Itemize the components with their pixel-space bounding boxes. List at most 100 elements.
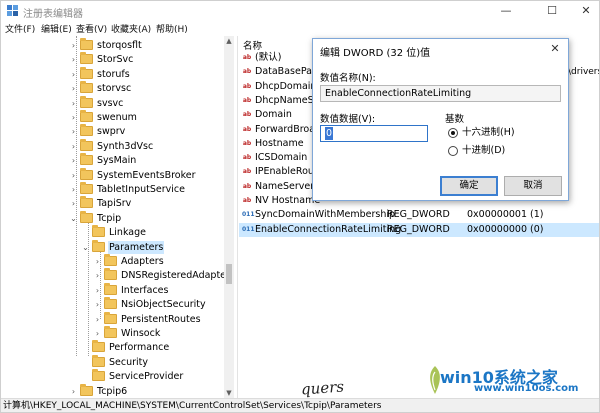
chevron-right-icon[interactable]: › (93, 313, 102, 326)
string-value-icon: ab (242, 96, 252, 104)
value-row[interactable]: 011 SyncDomainWithMembership REG_DWORD 0x00… (239, 208, 599, 222)
radio-dec-label: 十进制(D) (462, 145, 506, 156)
handwritten-signature: quers (300, 377, 345, 399)
value-name-label: 数值名称(N): (320, 73, 376, 84)
menu-edit[interactable]: 编辑(E) (41, 22, 72, 35)
folder-icon (92, 239, 105, 252)
chevron-right-icon[interactable]: › (93, 269, 102, 282)
folder-icon (104, 297, 117, 310)
tree-node-label: NsiObjectSecurity (121, 299, 206, 311)
folder-icon (92, 340, 105, 353)
chevron-right-icon[interactable]: › (69, 39, 78, 52)
status-bar: 计算机\HKEY_LOCAL_MACHINE\SYSTEM\CurrentCon… (1, 398, 599, 412)
chevron-right-icon[interactable]: › (69, 154, 78, 167)
chevron-right-icon[interactable]: › (69, 53, 78, 66)
tree-node-label: ServiceProvider (109, 371, 184, 383)
cancel-button[interactable]: 取消 (504, 176, 562, 196)
value-name: EnableConnectionRateLimiting (255, 223, 402, 235)
folder-icon (104, 311, 117, 324)
scrollbar-thumb[interactable] (226, 264, 232, 284)
string-value-icon: ab (242, 168, 252, 176)
menu-file[interactable]: 文件(F) (5, 22, 35, 35)
scroll-up-arrow-icon[interactable]: ▲ (224, 36, 234, 46)
tree-node-label: Linkage (109, 227, 146, 239)
tree-node-label: DNSRegisteredAdapters (121, 270, 233, 282)
tree-scrollbar[interactable]: ▲ ▼ (224, 36, 234, 398)
tree-node-label: Interfaces (121, 284, 169, 296)
value-name: Hostname (255, 137, 304, 149)
minimize-button[interactable]: — (486, 1, 526, 21)
string-value-icon: ab (242, 68, 252, 76)
scroll-down-arrow-icon[interactable]: ▼ (224, 388, 234, 398)
column-name-header[interactable]: 名称 (243, 38, 262, 52)
value-data-label: 数值数据(V): (320, 114, 376, 125)
tree-node-label: svsvc (97, 97, 124, 109)
string-value-icon: ab (242, 139, 252, 147)
chevron-right-icon[interactable]: › (93, 284, 102, 297)
binary-value-icon: 011 (242, 225, 255, 233)
window-title: 注册表编辑器 (23, 9, 83, 20)
folder-icon (80, 66, 93, 79)
dialog-close-icon[interactable]: ✕ (548, 42, 562, 56)
radio-selected-icon (448, 128, 458, 138)
chevron-right-icon[interactable]: › (93, 255, 102, 268)
tree-node-label: storvsc (97, 83, 132, 95)
value-row[interactable]: 011 EnableConnectionRateLimiting REG_DWORD… (239, 222, 599, 237)
string-value-icon: ab (242, 82, 252, 90)
tree-node-label: Security (109, 356, 149, 368)
ok-button[interactable]: 确定 (440, 176, 498, 196)
folder-icon (92, 369, 105, 382)
chevron-right-icon[interactable]: › (69, 385, 78, 398)
chevron-right-icon[interactable]: › (69, 82, 78, 95)
chevron-right-icon[interactable]: › (93, 298, 102, 311)
radio-unselected-icon (448, 146, 458, 156)
chevron-right-icon[interactable]: › (69, 169, 78, 182)
folder-icon (80, 81, 93, 94)
chevron-down-icon[interactable]: ⌄ (69, 212, 78, 225)
string-value-icon: ab (242, 54, 252, 61)
folder-icon (80, 153, 93, 166)
chevron-right-icon[interactable]: › (69, 140, 78, 153)
value-name: DhcpDomain (255, 80, 317, 92)
chevron-right-icon[interactable]: › (69, 183, 78, 196)
tree-node-label: swprv (97, 126, 126, 138)
chevron-right-icon[interactable]: › (69, 97, 78, 110)
value-data: 0x00000000 (0) (467, 223, 544, 235)
value-name: (默认) (255, 52, 282, 63)
tree-node-label: SysMain (97, 155, 137, 167)
radio-hex-label: 十六进制(H) (462, 127, 515, 138)
tree-node-label: swenum (97, 112, 137, 123)
chevron-right-icon[interactable]: › (69, 197, 78, 210)
chevron-right-icon[interactable]: › (69, 125, 78, 138)
menu-favorites[interactable]: 收藏夹(A) (111, 22, 151, 35)
title-bar: 注册表编辑器 — ☐ ✕ (1, 1, 599, 21)
chevron-right-icon[interactable]: › (69, 68, 78, 81)
folder-icon (92, 225, 105, 238)
folder-icon (104, 268, 117, 281)
chevron-down-icon[interactable]: ⌄ (81, 241, 90, 254)
menu-help[interactable]: 帮助(H) (156, 22, 188, 35)
folder-icon (104, 282, 117, 295)
folder-icon (80, 383, 93, 396)
folder-icon (80, 210, 93, 223)
folder-icon (80, 95, 93, 108)
tree-node-label: storqosflt (97, 40, 142, 51)
value-data-text: 0 (325, 127, 334, 140)
value-name: ICSDomain (255, 152, 308, 164)
string-value-icon: ab (242, 182, 252, 190)
value-data-input[interactable]: 0 (320, 125, 428, 142)
value-type: REG_DWORD (387, 209, 450, 221)
folder-icon (80, 138, 93, 151)
chevron-right-icon[interactable]: › (69, 111, 78, 124)
base-group-label: 基数 (445, 114, 465, 125)
close-button[interactable]: ✕ (566, 1, 599, 21)
chevron-right-icon[interactable]: › (93, 327, 102, 340)
string-value-icon: ab (242, 125, 252, 133)
tree-node-label: Performance (109, 342, 170, 354)
pane-splitter[interactable] (237, 36, 238, 398)
menu-view[interactable]: 查看(V) (76, 22, 107, 35)
tree-node-label: TapiSrv (97, 198, 132, 210)
string-value-icon: ab (242, 197, 252, 204)
string-value-icon: ab (242, 111, 252, 119)
folder-icon (92, 354, 105, 367)
